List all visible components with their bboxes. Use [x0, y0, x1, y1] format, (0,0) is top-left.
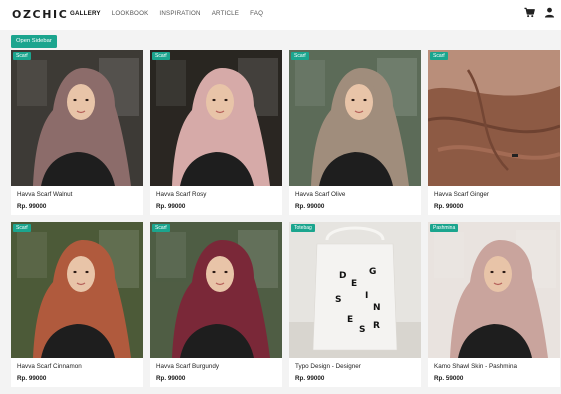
category-badge: Pashmina [430, 224, 459, 232]
product-image[interactable]: Scarf [11, 222, 143, 358]
brand-logo[interactable]: OZCHIC [12, 8, 68, 21]
svg-text:S: S [359, 325, 365, 335]
product-image[interactable]: Scarf [150, 222, 282, 358]
product-photo [11, 50, 143, 186]
cart-icon[interactable] [524, 7, 535, 18]
product-price: Rp. 99000 [295, 203, 325, 210]
product-price: Rp. 99000 [156, 203, 186, 210]
nav-link-inspiration[interactable]: INSPIRATION [159, 10, 200, 17]
product-title[interactable]: Havva Scarf Rosy [156, 191, 206, 198]
product-photo: D E G S I N E S R [289, 222, 421, 358]
product-card[interactable]: Scarf Havva Scarf Walnut Rp. 99000 [11, 50, 143, 215]
product-card[interactable]: Scarf Havva Scarf Cinnamon Rp. 99000 [11, 222, 143, 387]
product-title[interactable]: Havva Scarf Olive [295, 191, 345, 198]
category-badge: Scarf [152, 52, 170, 60]
category-badge: Totebag [291, 224, 315, 232]
product-title[interactable]: Havva Scarf Burgundy [156, 363, 219, 370]
category-badge: Scarf [152, 224, 170, 232]
svg-text:S: S [335, 295, 341, 305]
product-photo [150, 222, 282, 358]
product-card[interactable]: Scarf Havva Scarf Olive Rp. 99000 [289, 50, 421, 215]
top-navbar: OZCHIC GALLERY LOOKBOOK INSPIRATION ARTI… [0, 0, 561, 30]
nav-icons [524, 7, 555, 18]
nav-links: GALLERY LOOKBOOK INSPIRATION ARTICLE FAQ [70, 10, 274, 17]
nav-link-faq[interactable]: FAQ [250, 10, 263, 17]
product-photo [289, 50, 421, 186]
product-photo [428, 222, 560, 358]
product-price: Rp. 99000 [295, 375, 325, 382]
product-price: Rp. 59000 [434, 375, 464, 382]
product-title[interactable]: Typo Design - Designer [295, 363, 361, 370]
product-photo [150, 50, 282, 186]
product-image[interactable]: Scarf [428, 50, 560, 186]
product-image[interactable]: Scarf [150, 50, 282, 186]
svg-text:R: R [373, 321, 380, 331]
product-price: Rp. 99000 [17, 375, 47, 382]
open-sidebar-button[interactable]: Open Sidebar [11, 35, 57, 48]
svg-text:G: G [369, 267, 376, 277]
nav-link-lookbook[interactable]: LOOKBOOK [112, 10, 149, 17]
svg-text:N: N [373, 303, 381, 313]
product-image[interactable]: Pashmina [428, 222, 560, 358]
category-badge: Scarf [291, 52, 309, 60]
product-image[interactable]: D E G S I N E S R Totebag [289, 222, 421, 358]
product-price: Rp. 99000 [434, 203, 464, 210]
category-badge: Scarf [13, 224, 31, 232]
category-badge: Scarf [430, 52, 448, 60]
product-title[interactable]: Havva Scarf Cinnamon [17, 363, 82, 370]
product-title[interactable]: Kamo Shawl Skin - Pashmina [434, 363, 517, 370]
product-title[interactable]: Havva Scarf Ginger [434, 191, 489, 198]
product-price: Rp. 99000 [156, 375, 186, 382]
product-price: Rp. 99000 [17, 203, 47, 210]
product-image[interactable]: Scarf [289, 50, 421, 186]
nav-link-article[interactable]: ARTICLE [212, 10, 239, 17]
product-photo [428, 50, 560, 186]
product-card[interactable]: Scarf Havva Scarf Ginger Rp. 99000 [428, 50, 560, 215]
product-image[interactable]: Scarf [11, 50, 143, 186]
user-icon[interactable] [544, 7, 555, 18]
gallery-content: Open Sidebar Scarf Havva Scarf Walnut Rp… [0, 30, 561, 394]
svg-text:D: D [339, 271, 346, 281]
product-card[interactable]: Scarf Havva Scarf Rosy Rp. 99000 [150, 50, 282, 215]
svg-text:E: E [351, 279, 357, 289]
category-badge: Scarf [13, 52, 31, 60]
product-grid: Scarf Havva Scarf Walnut Rp. 99000 Scarf… [11, 50, 561, 387]
product-photo [11, 222, 143, 358]
svg-text:I: I [365, 291, 368, 301]
product-card[interactable]: Pashmina Kamo Shawl Skin - Pashmina Rp. … [428, 222, 560, 387]
svg-text:E: E [347, 315, 353, 325]
product-card[interactable]: Scarf Havva Scarf Burgundy Rp. 99000 [150, 222, 282, 387]
nav-link-gallery[interactable]: GALLERY [70, 10, 101, 17]
product-card[interactable]: D E G S I N E S R Totebag Typo Design - … [289, 222, 421, 387]
product-title[interactable]: Havva Scarf Walnut [17, 191, 72, 198]
